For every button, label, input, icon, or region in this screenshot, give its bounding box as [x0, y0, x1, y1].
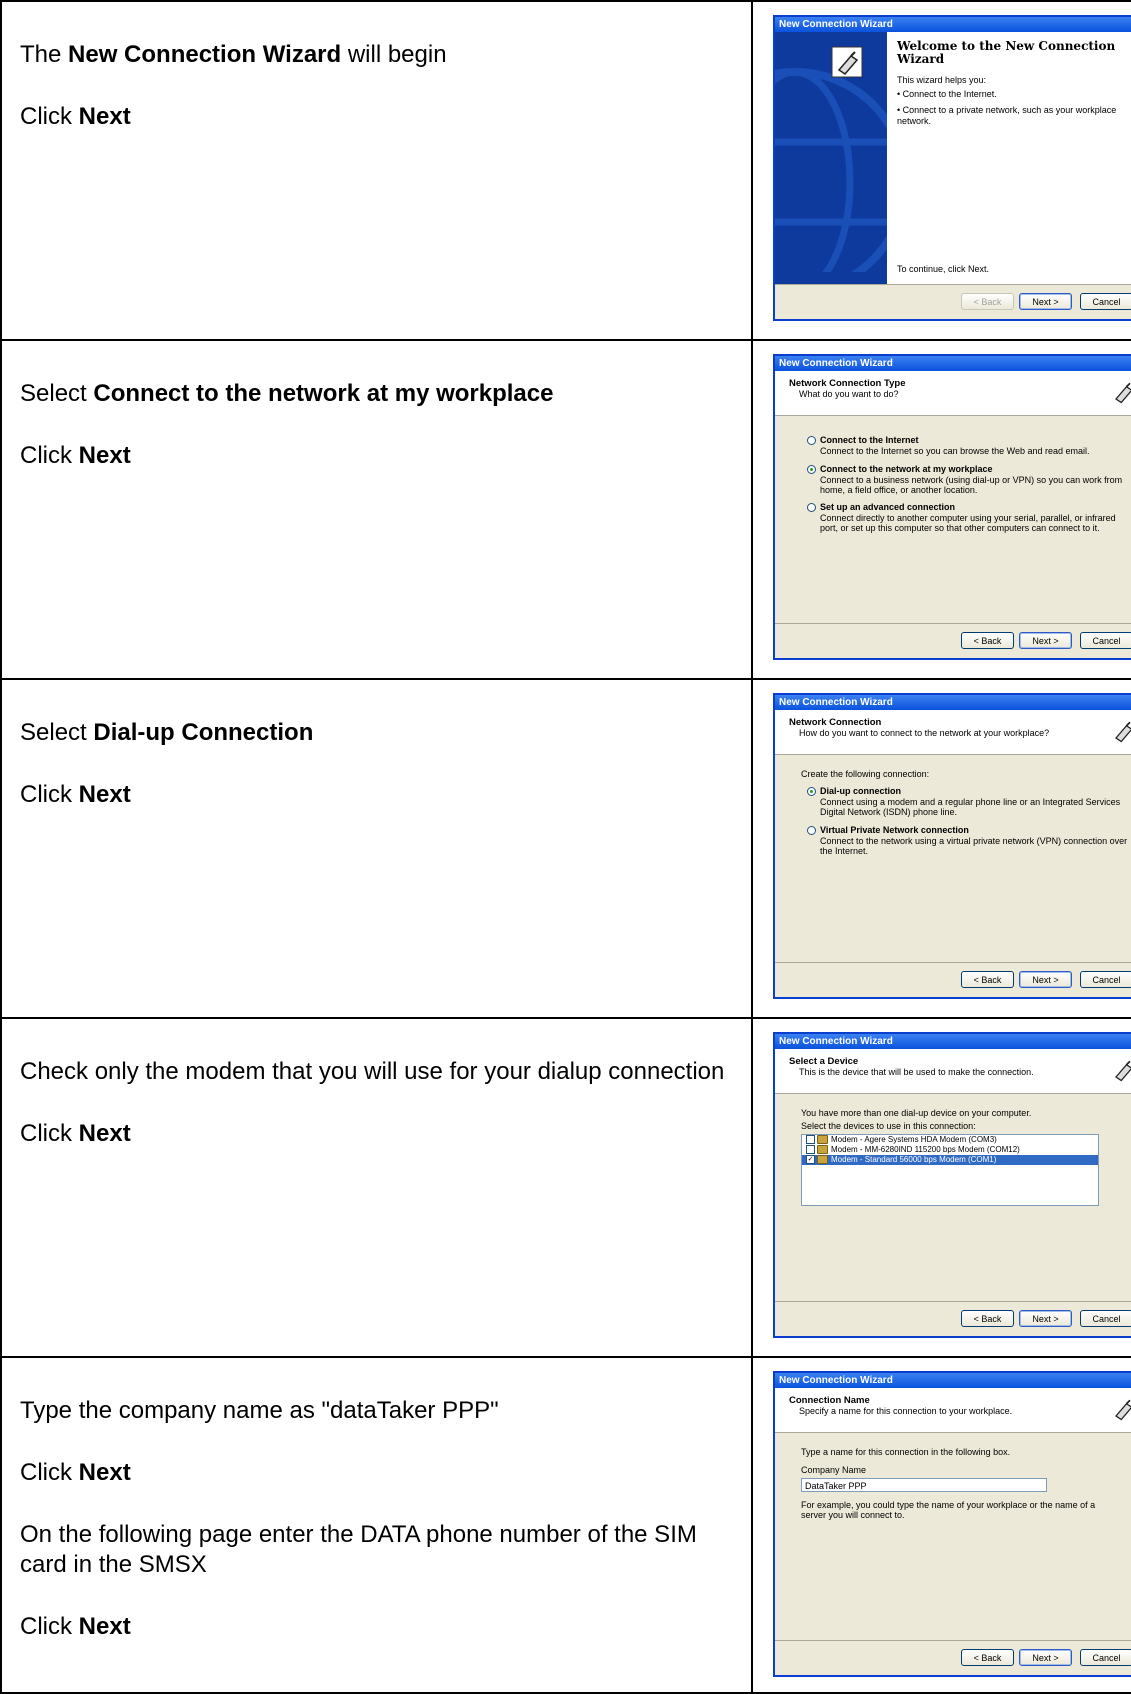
checkbox[interactable]	[806, 1135, 815, 1145]
instruction-line: Click Next	[20, 103, 131, 130]
wizard-window: New Connection Wizard Network Connection…	[773, 354, 1131, 660]
welcome-helps: This wizard helps you:	[897, 75, 987, 85]
intro-text: Create the following connection:	[801, 769, 930, 779]
header-subtitle: What do you want to do?	[799, 389, 899, 399]
checkbox[interactable]	[806, 1145, 815, 1155]
cancel-button[interactable]: Cancel	[1080, 632, 1131, 649]
back-button[interactable]: < Back	[961, 632, 1014, 649]
screenshot-cell: New Connection Wizard Connection Name Sp…	[751, 1356, 1131, 1694]
next-button[interactable]: Next >	[1019, 1649, 1072, 1666]
device-item[interactable]: Modem - Agere Systems HDA Modem (COM3)	[802, 1135, 1098, 1145]
connection-wizard-icon	[1115, 382, 1131, 404]
wizard-header: Network Connection How do you want to co…	[775, 710, 1131, 755]
instruction-line: Click Next	[20, 781, 131, 808]
instruction-line: Select Connect to the network at my work…	[20, 380, 554, 407]
instruction-line: Click Next	[20, 1459, 131, 1486]
step-text-cell: Check only the modem that you will use f…	[0, 1017, 753, 1358]
step-text-cell: Select Connect to the network at my work…	[0, 339, 753, 680]
window-title: New Connection Wizard	[775, 695, 1131, 710]
screenshot-cell: New Connection Wizard Network Connection…	[751, 678, 1131, 1019]
devices-line: Select the devices to use in this connec…	[801, 1121, 976, 1131]
next-button[interactable]: Next >	[1019, 971, 1072, 988]
button-bar: < Back Next > Cancel	[775, 623, 1131, 658]
window-title: New Connection Wizard	[775, 1373, 1131, 1388]
company-name-label: Company Name	[801, 1465, 867, 1475]
modem-icon	[817, 1135, 828, 1145]
cancel-button[interactable]: Cancel	[1080, 971, 1131, 988]
connection-wizard-icon	[1115, 721, 1131, 743]
wizard-window: New Connection Wizard Select a Device Th…	[773, 1032, 1131, 1338]
wizard-header: Connection Name Specify a name for this …	[775, 1388, 1131, 1433]
header-subtitle: How do you want to connect to the networ…	[799, 728, 1050, 738]
instruction-line: On the following page enter the DATA pho…	[20, 1521, 697, 1578]
welcome-continue: To continue, click Next.	[897, 264, 990, 274]
devices-line: You have more than one dial-up device on…	[801, 1108, 1032, 1118]
device-item[interactable]: ✓ Modem - Standard 56000 bps Modem (COM1)	[802, 1155, 1098, 1165]
instruction-line: Click Next	[20, 1613, 131, 1640]
company-name-input[interactable]: DataTaker PPP	[801, 1478, 1047, 1492]
instruction-line: Click Next	[20, 1120, 131, 1147]
step-text-cell: Type the company name as "dataTaker PPP"…	[0, 1356, 753, 1694]
welcome-bullet: • Connect to a private network, such as …	[897, 105, 1117, 126]
modem-icon	[817, 1155, 828, 1165]
back-button[interactable]: < Back	[961, 1310, 1014, 1327]
header-subtitle: This is the device that will be used to …	[799, 1067, 1034, 1077]
instruction-table: The New Connection Wizard will begin Cli…	[0, 0, 1131, 1694]
wizard-window: New Connection Wizard Welcome to the New…	[773, 15, 1131, 321]
button-bar: < Back Next > Cancel	[775, 284, 1131, 319]
welcome-title: Welcome to the New Connection Wizard	[897, 39, 1116, 66]
button-bar: < Back Next > Cancel	[775, 1640, 1131, 1675]
instruction-line: Select Dial-up Connection	[20, 719, 314, 746]
next-button[interactable]: Next >	[1019, 1310, 1072, 1327]
window-title: New Connection Wizard	[775, 1034, 1131, 1049]
step-text-cell: Select Dial-up Connection Click Next	[0, 678, 753, 1019]
instruction-line: Check only the modem that you will use f…	[20, 1058, 725, 1085]
screenshot-cell: New Connection Wizard Select a Device Th…	[751, 1017, 1131, 1358]
modem-icon	[817, 1145, 828, 1155]
step-row-4: Check only the modem that you will use f…	[0, 1017, 1131, 1358]
next-button[interactable]: Next >	[1019, 293, 1072, 310]
header-subtitle: Specify a name for this connection to yo…	[799, 1406, 1013, 1416]
checkbox[interactable]: ✓	[806, 1155, 815, 1165]
instruction-line: Click Next	[20, 442, 131, 469]
screenshot-cell: New Connection Wizard Network Connection…	[751, 339, 1131, 680]
connection-wizard-icon	[1115, 1060, 1131, 1082]
wizard-header: Network Connection Type What do you want…	[775, 371, 1131, 416]
button-bar: < Back Next > Cancel	[775, 1301, 1131, 1336]
back-button[interactable]: < Back	[961, 293, 1014, 310]
welcome-bullet: • Connect to the Internet.	[897, 89, 997, 99]
cancel-button[interactable]: Cancel	[1080, 1310, 1131, 1327]
step-text-cell: The New Connection Wizard will begin Cli…	[0, 0, 753, 341]
wizard-window: New Connection Wizard Network Connection…	[773, 693, 1131, 999]
screenshot-cell: New Connection Wizard Welcome to the New…	[751, 0, 1131, 341]
back-button[interactable]: < Back	[961, 1649, 1014, 1666]
connection-wizard-icon	[1115, 1399, 1131, 1421]
header-title: Select a Device	[789, 1056, 859, 1067]
header-title: Connection Name	[789, 1395, 870, 1406]
header-title: Network Connection Type	[789, 378, 906, 389]
step-row-2: Select Connect to the network at my work…	[0, 339, 1131, 680]
window-title: New Connection Wizard	[775, 356, 1131, 371]
instruction-line: The New Connection Wizard will begin	[20, 41, 447, 68]
button-bar: < Back Next > Cancel	[775, 962, 1131, 997]
instruction-line: Type the company name as "dataTaker PPP"	[20, 1397, 499, 1424]
window-title: New Connection Wizard	[775, 17, 1131, 32]
globe-banner	[775, 32, 887, 285]
back-button[interactable]: < Back	[961, 971, 1014, 988]
step-row-3: Select Dial-up Connection Click Next New…	[0, 678, 1131, 1019]
header-title: Network Connection	[789, 717, 882, 728]
name-example: For example, you could type the name of …	[801, 1500, 1096, 1520]
cancel-button[interactable]: Cancel	[1080, 1649, 1131, 1666]
wizard-window: New Connection Wizard Connection Name Sp…	[773, 1371, 1131, 1677]
name-instruction: Type a name for this connection in the f…	[801, 1447, 1011, 1457]
step-row-5: Type the company name as "dataTaker PPP"…	[0, 1356, 1131, 1694]
connection-wizard-icon	[831, 46, 863, 78]
device-list[interactable]: Modem - Agere Systems HDA Modem (COM3) M…	[801, 1134, 1099, 1206]
next-button[interactable]: Next >	[1019, 632, 1072, 649]
wizard-header: Select a Device This is the device that …	[775, 1049, 1131, 1094]
welcome-panel: Welcome to the New Connection Wizard Thi…	[887, 32, 1131, 285]
cancel-button[interactable]: Cancel	[1080, 293, 1131, 310]
step-row-1: The New Connection Wizard will begin Cli…	[0, 0, 1131, 341]
device-item[interactable]: Modem - MM-6280IND 115200 bps Modem (COM…	[802, 1145, 1098, 1155]
